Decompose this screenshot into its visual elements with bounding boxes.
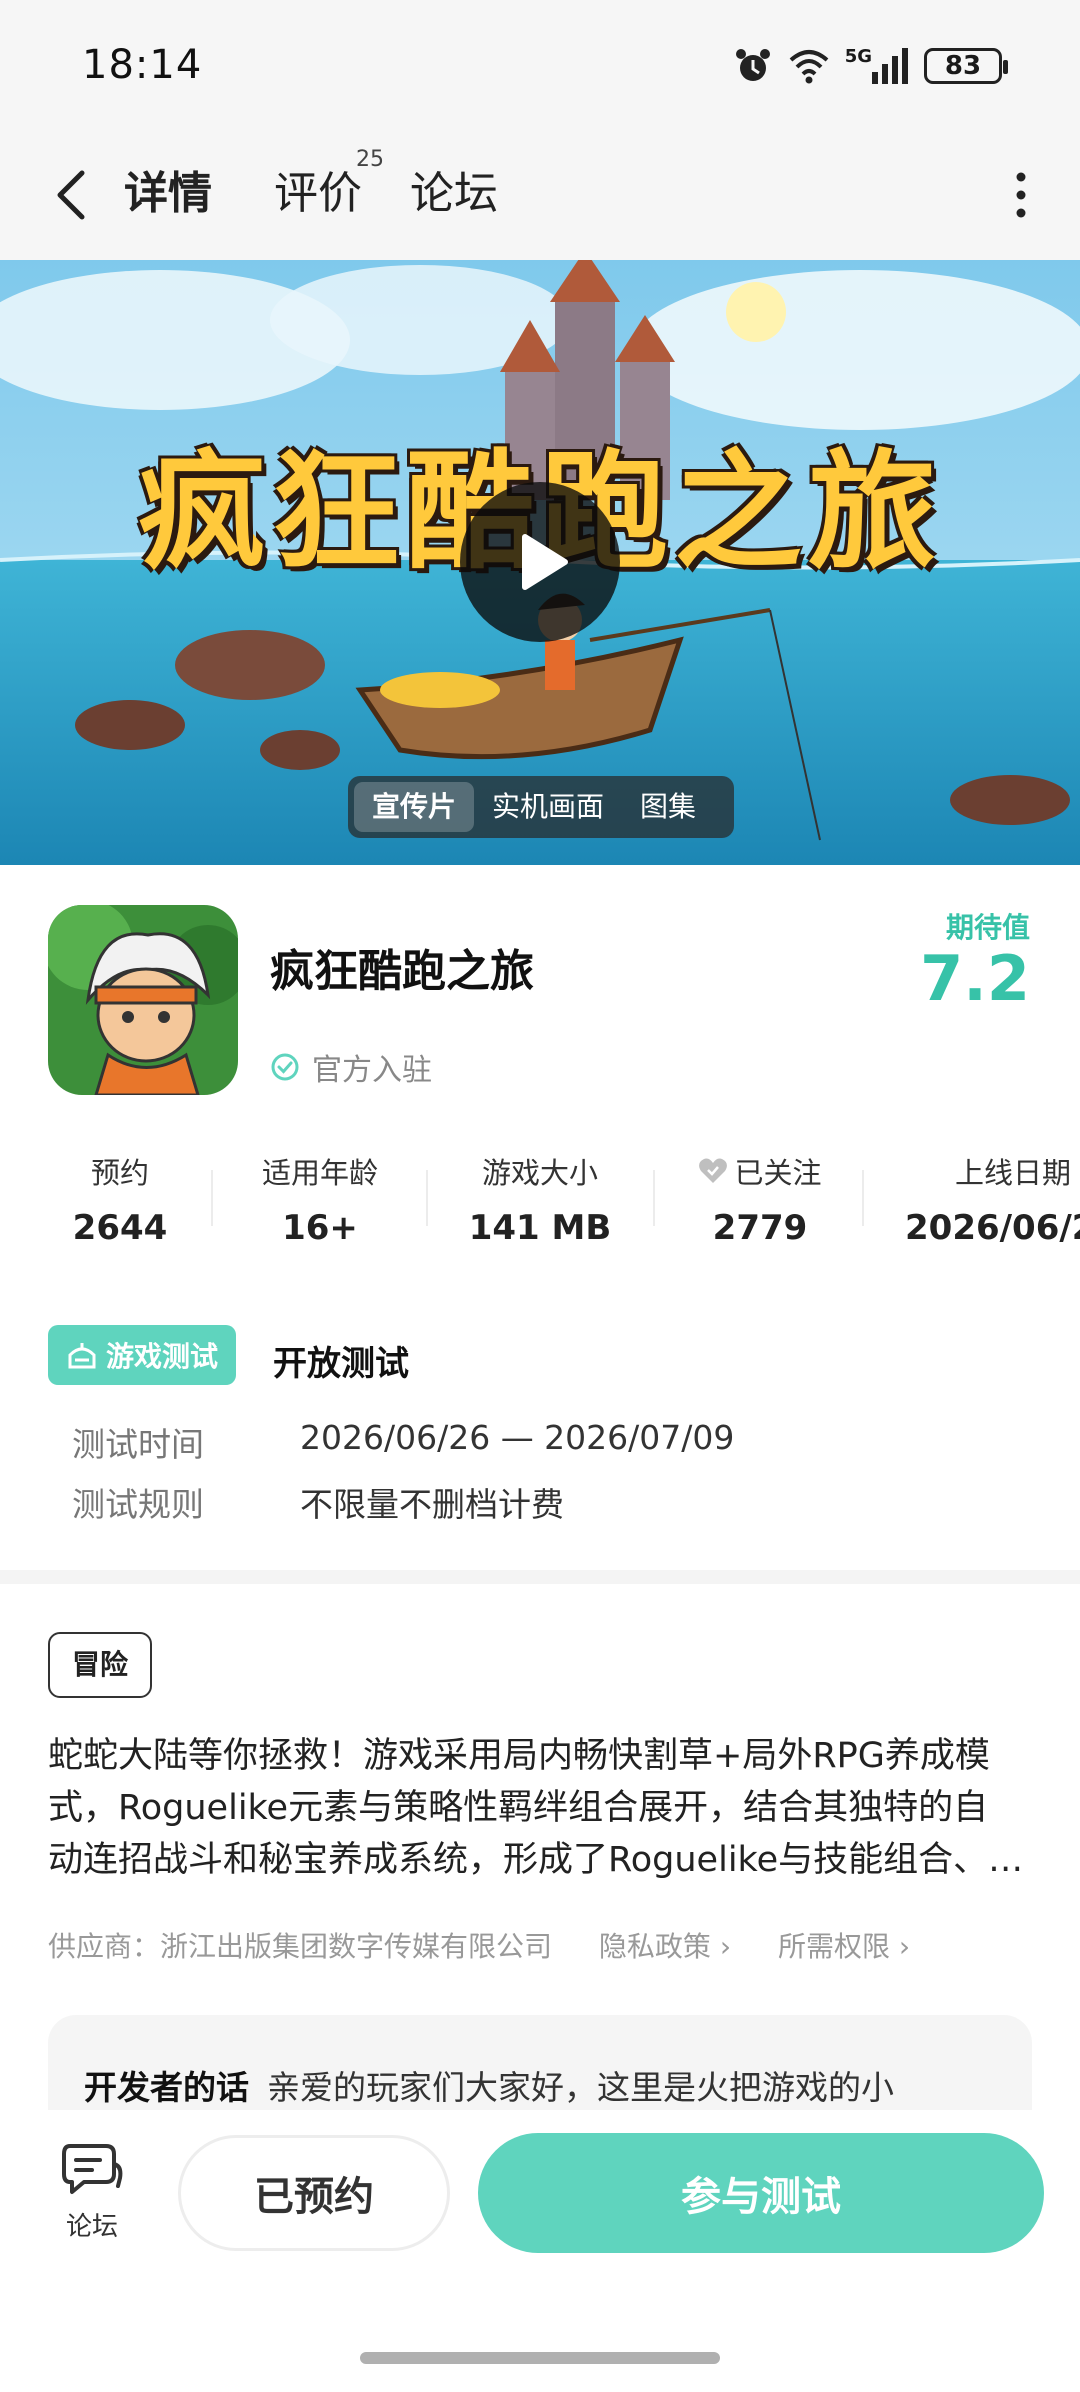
provider-label: 供应商：浙江出版集团数字传媒有限公司 (48, 1930, 553, 1963)
chat-bubble-icon (62, 2144, 123, 2194)
verified-check-icon (271, 1053, 299, 1081)
test-icon (68, 1343, 96, 1369)
test-time-value: 2026/06/26 — 2026/07/09 (300, 1418, 735, 1457)
stat-reservations: 预约 2644 (72, 1156, 168, 1248)
media-tab-trailer[interactable]: 宣传片 (354, 782, 475, 832)
test-type-title: 开放测试 (273, 1344, 409, 1384)
developer-note-title: 开发者的话 (84, 2068, 249, 2107)
game-description[interactable]: 蛇蛇大陆等你拯救！游戏采用局内畅快割草+局外RPG养成模 式，Roguelike… (48, 1730, 1038, 1886)
tab-review[interactable]: 评价 25 (274, 147, 384, 221)
back-arrow-icon[interactable] (48, 163, 96, 227)
wifi-icon (789, 50, 829, 84)
tab-detail[interactable]: 详情 (122, 157, 214, 221)
provider-row: 供应商：浙江出版集团数字传媒有限公司 隐私政策 › 所需权限 › (48, 1925, 910, 1965)
media-tab-gameplay[interactable]: 实机画面 (474, 782, 622, 832)
stat-divider (426, 1170, 428, 1226)
expectation-label: 期待值 (945, 911, 1030, 944)
join-test-button[interactable]: 参与测试 (478, 2133, 1044, 2253)
developer-note-text: 亲爱的玩家们大家好，这里是火把游戏的小 (267, 2068, 894, 2107)
stat-divider (653, 1170, 655, 1226)
bottom-action-bar: 论坛 已预约 参与测试 (0, 2110, 1080, 2392)
review-count-badge: 25 (356, 147, 384, 172)
test-time-label: 测试时间 (72, 1425, 204, 1464)
permissions-link[interactable]: 所需权限 › (778, 1930, 910, 1963)
tab-forum[interactable]: 论坛 (410, 157, 498, 221)
network-type: 5G (844, 45, 872, 67)
stat-game-size: 游戏大小 141 MB (468, 1156, 612, 1248)
test-rule-value: 不限量不删档计费 (300, 1485, 564, 1524)
status-time: 18:14 (82, 42, 203, 88)
app-icon (48, 905, 238, 1095)
chevron-right-icon: › (898, 1930, 911, 1963)
hero-video-banner[interactable]: 疯狂酷跑之旅 宣传片 实机画面 图集 (0, 260, 1080, 865)
stat-divider (862, 1170, 864, 1226)
stat-followers[interactable]: 已关注 2779 (680, 1150, 840, 1248)
more-options-icon[interactable] (1006, 165, 1036, 225)
forum-label: 论坛 (65, 2212, 118, 2242)
media-tab-gallery[interactable]: 图集 (622, 782, 714, 832)
test-time-row: 测试时间 2026/06/26 — 2026/07/09 (72, 1418, 734, 1466)
section-separator (0, 1570, 1080, 1584)
chevron-right-icon: › (719, 1930, 732, 1963)
forum-button[interactable]: 论坛 (50, 2140, 134, 2243)
status-icons: 5G 83 (733, 44, 1008, 88)
alarm-icon (735, 49, 770, 81)
reserved-button[interactable]: 已预约 (178, 2135, 450, 2251)
media-tabs: 宣传片 实机画面 图集 (348, 776, 734, 838)
play-icon (522, 534, 568, 590)
top-nav: 详情 评价 25 论坛 (0, 135, 1080, 260)
heart-icon (699, 1158, 728, 1183)
official-verified: 官方入驻 (270, 1045, 432, 1089)
stats-row: 预约 2644 适用年龄 16+ 游戏大小 141 MB 已关注 2779 上线… (0, 1150, 1080, 1250)
battery-indicator: 83 (924, 48, 1008, 84)
home-indicator[interactable] (360, 2352, 720, 2364)
game-test-badge: 游戏测试 (48, 1325, 237, 1385)
play-button[interactable] (460, 482, 620, 642)
stat-age-rating: 适用年龄 16+ (261, 1156, 378, 1248)
signal-icon (872, 48, 908, 84)
stat-launch-date: 上线日期 2026/06/2 (905, 1156, 1080, 1248)
official-label: 官方入驻 (312, 1053, 432, 1088)
app-name: 疯狂酷跑之旅 (270, 946, 534, 997)
expectation-score: 7.2 (920, 942, 1030, 1015)
stat-divider (211, 1170, 213, 1226)
test-rule-label: 测试规则 (72, 1485, 204, 1524)
battery-level: 83 (944, 51, 982, 81)
test-rule-row: 测试规则 不限量不删档计费 (72, 1478, 564, 1526)
genre-tag[interactable]: 冒险 (48, 1632, 153, 1698)
privacy-policy-link[interactable]: 隐私政策 › (599, 1930, 731, 1963)
status-bar: 18:14 5G 83 (0, 0, 1080, 135)
